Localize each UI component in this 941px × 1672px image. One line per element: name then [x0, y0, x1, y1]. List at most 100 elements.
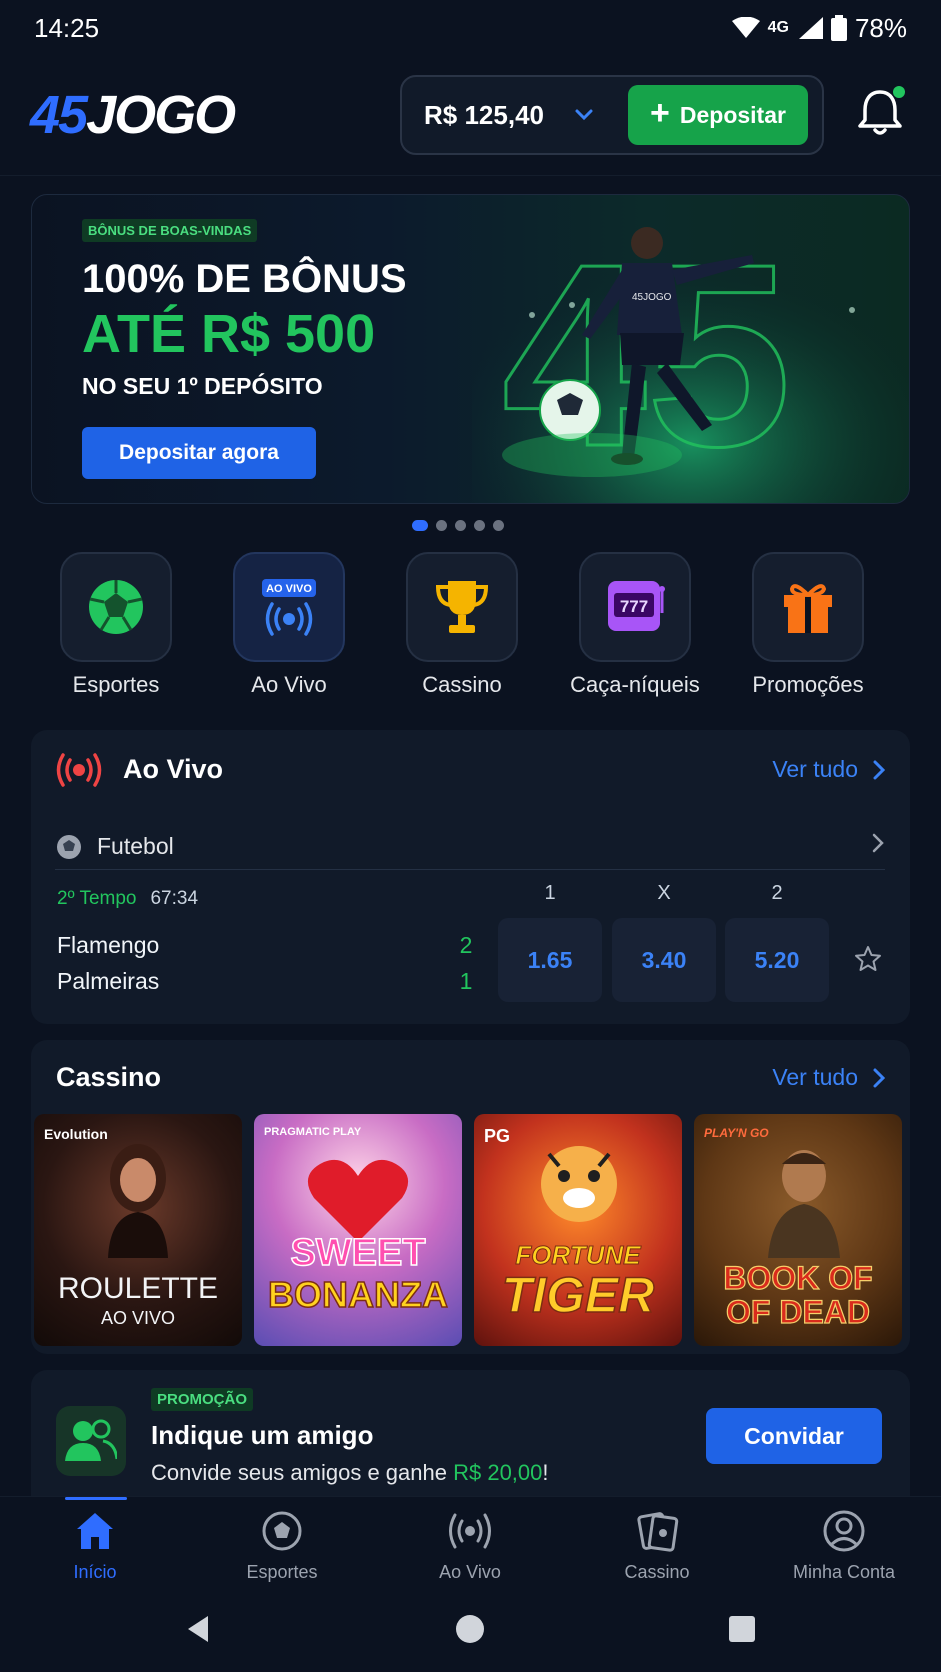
category-label: Caça-níqueis: [570, 672, 700, 697]
slot-machine-icon: 777: [608, 581, 665, 631]
status-time: 14:25: [34, 12, 100, 43]
system-navigation-bar: [0, 1596, 941, 1672]
game-card-sweet-bonanza[interactable]: PRAGMATIC PLAY SWEET BONANZA: [254, 1114, 462, 1346]
live-broadcast-icon: AO VIVO: [262, 579, 316, 636]
category-tile: [752, 552, 864, 662]
odd-button-away[interactable]: 5.20: [725, 918, 829, 1002]
promo-text-end: !: [542, 1460, 549, 1485]
odds-header-home: 1: [544, 882, 556, 904]
away-team: Palmeiras: [57, 968, 160, 994]
game-subtitle: TIGER: [501, 1266, 655, 1324]
soccer-ball-icon: [89, 580, 143, 634]
notification-bell-icon[interactable]: [855, 84, 905, 140]
status-bar: 14:25 4G 78%: [0, 0, 941, 56]
soccer-ball-icon: [262, 1511, 302, 1551]
match-time: 2º Tempo 67:34: [57, 888, 198, 910]
live-signal-icon: [56, 753, 102, 787]
game-card-roulette[interactable]: Evolution ROULETTE AO VIVO: [34, 1114, 242, 1346]
category-tile: [406, 552, 518, 662]
user-icon: [823, 1510, 865, 1552]
deposit-button-label: Depositar: [679, 101, 786, 128]
carousel-dot[interactable]: [474, 520, 485, 531]
category-ao-vivo[interactable]: AO VIVO Ao Vivo: [203, 552, 375, 698]
home-circle-icon[interactable]: [455, 1614, 485, 1644]
category-label: Ao Vivo: [251, 672, 327, 697]
game-card-book-of-dead[interactable]: PLAY'N GO BOOK OF OF DEAD: [694, 1114, 902, 1346]
live-broadcast-icon: [449, 1513, 491, 1549]
trophy-icon: [435, 581, 489, 633]
game-subtitle: AO VIVO: [100, 1308, 176, 1328]
category-tile: 777: [579, 552, 691, 662]
plus-icon: +: [650, 94, 670, 132]
battery-icon: [830, 15, 847, 41]
back-icon[interactable]: [184, 1614, 212, 1644]
svg-text:AO VIVO: AO VIVO: [266, 583, 312, 595]
game-art-explorer: [768, 1150, 840, 1258]
carousel-dot[interactable]: [455, 520, 466, 531]
promo-title: Indique um amigo: [151, 1420, 374, 1450]
battery-level: 78%: [854, 12, 907, 43]
banner-amount: ATÉ R$ 500: [82, 304, 376, 364]
network-label: 4G: [767, 19, 789, 36]
nav-label: Minha Conta: [792, 1562, 896, 1582]
game-art-tiger: [541, 1146, 617, 1222]
deposit-button[interactable]: + Depositar: [628, 85, 808, 145]
nav-label: Cassino: [624, 1562, 690, 1582]
home-icon: [77, 1513, 113, 1549]
category-label: Promoções: [752, 672, 864, 697]
see-all-label: Ver tudo: [772, 756, 858, 782]
deposit-now-button[interactable]: Depositar agora: [82, 427, 316, 479]
nav-inicio[interactable]: Início: [10, 1509, 180, 1583]
carousel-dots: [412, 520, 504, 531]
home-score: 2: [459, 932, 473, 958]
match-period: 2º Tempo: [57, 888, 137, 909]
game-art-dealer: [108, 1144, 168, 1258]
see-all-label: Ver tudo: [772, 1064, 858, 1090]
app-header: 45JOGO R$ 125,40 + Depositar: [0, 66, 941, 176]
invite-button[interactable]: Convidar: [706, 1408, 882, 1464]
category-shortcuts: Esportes AO VIVO Ao Vivo Cassino 777 Caç…: [0, 552, 941, 702]
game-provider: PRAGMATIC PLAY: [264, 1126, 362, 1138]
casino-see-all-link[interactable]: Ver tudo: [772, 1064, 886, 1091]
live-title: Ao Vivo: [123, 754, 224, 784]
game-title: SWEET: [290, 1231, 427, 1275]
recents-square-icon[interactable]: [729, 1616, 755, 1642]
referral-icon-tile: [56, 1406, 126, 1476]
nav-label: Início: [73, 1562, 117, 1582]
live-section: Ao Vivo Ver tudo Futebol 2º Tempo 67:34 F…: [31, 730, 910, 1024]
odds-header-draw: X: [657, 882, 671, 904]
balance-selector[interactable]: R$ 125,40 + Depositar: [400, 75, 824, 155]
carousel-dot[interactable]: [412, 520, 428, 531]
star-favorite-icon[interactable]: [853, 944, 883, 974]
carousel-dot[interactable]: [493, 520, 504, 531]
category-cassino[interactable]: Cassino: [376, 552, 548, 698]
league-name: Futebol: [97, 833, 174, 859]
odd-button-home[interactable]: 1.65: [498, 918, 602, 1002]
app-logo[interactable]: 45JOGO: [30, 84, 236, 146]
odd-button-draw[interactable]: 3.40: [612, 918, 716, 1002]
svg-text:45JOGO: 45JOGO: [632, 292, 672, 303]
nav-cassino[interactable]: Cassino: [572, 1509, 742, 1583]
game-title: BOOK OF: [723, 1259, 874, 1296]
game-card-fortune-tiger[interactable]: PG FORTUNE TIGER: [474, 1114, 682, 1346]
category-label: Cassino: [422, 672, 502, 697]
game-subtitle: BONANZA: [267, 1273, 448, 1316]
casino-section: Cassino Ver tudo Evolution ROULETTE AO V…: [31, 1040, 910, 1354]
league-row-futebol[interactable]: Futebol: [55, 824, 885, 870]
category-caca-niqueis[interactable]: 777 Caça-níqueis: [549, 552, 721, 698]
live-see-all-link[interactable]: Ver tudo: [772, 756, 886, 783]
nav-minha-conta[interactable]: Minha Conta: [759, 1509, 929, 1583]
category-tile: [60, 552, 172, 662]
category-promocoes[interactable]: Promoções: [722, 552, 894, 698]
gift-icon: [784, 584, 832, 633]
nav-esportes[interactable]: Esportes: [197, 1509, 367, 1583]
referral-promo-card: PROMOÇÃO Indique um amigo Convide seus a…: [31, 1370, 910, 1498]
carousel-dot[interactable]: [436, 520, 447, 531]
game-provider: PG: [484, 1126, 511, 1146]
category-esportes[interactable]: Esportes: [30, 552, 202, 698]
nav-ao-vivo[interactable]: Ao Vivo: [385, 1509, 555, 1583]
promo-amount: R$ 20,00: [453, 1460, 543, 1485]
cards-icon: [637, 1512, 679, 1552]
active-tab-indicator: [65, 1497, 127, 1500]
promo-banner[interactable]: 45 45JOGO BÔNUS DE BOAS-VINDAS 100% DE B…: [31, 194, 910, 504]
